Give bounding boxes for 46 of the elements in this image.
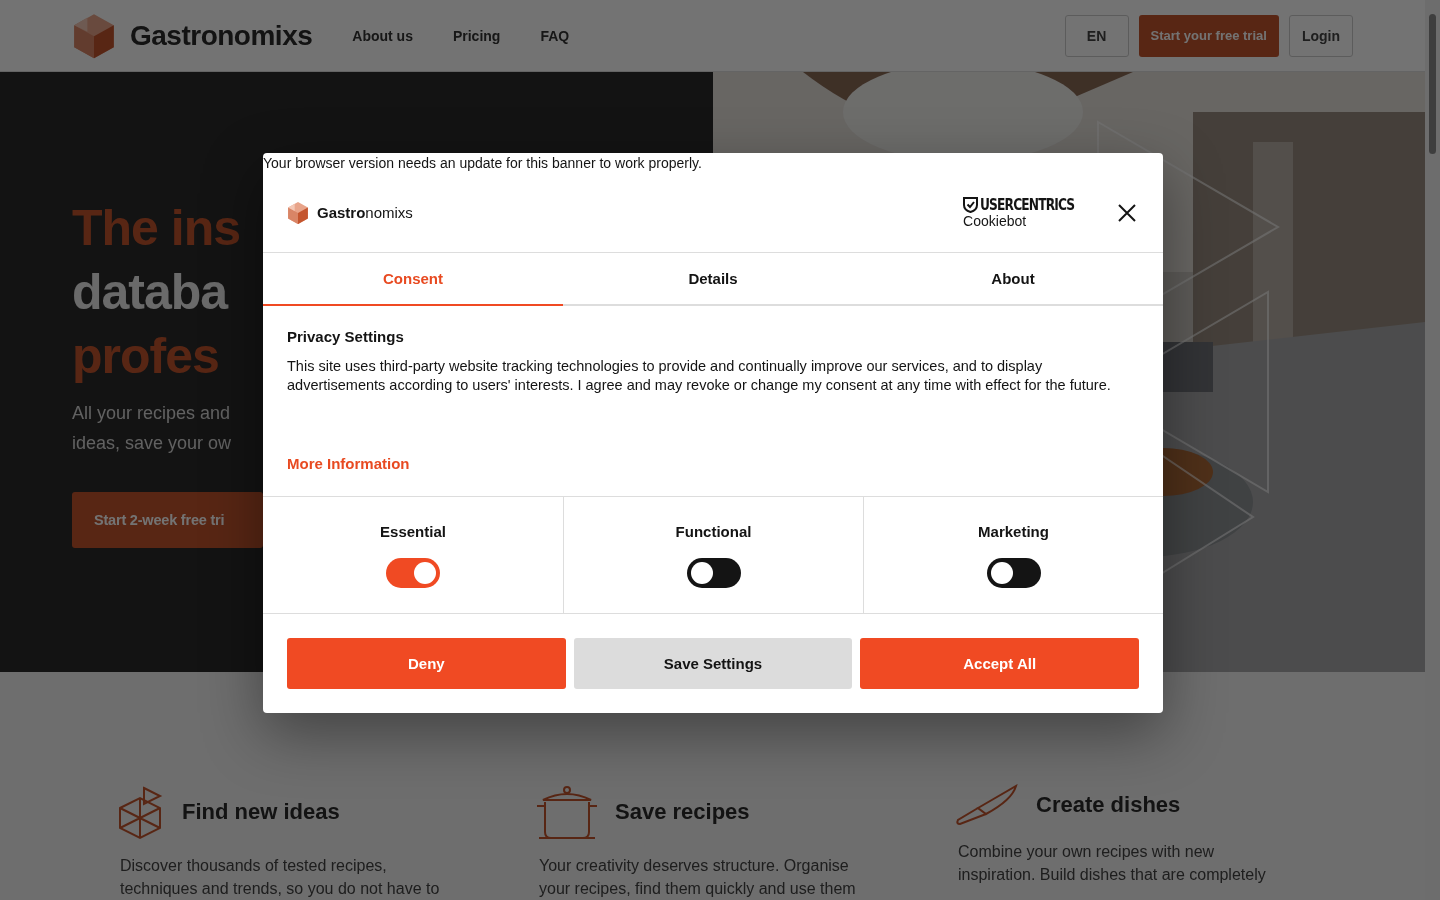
feature-text: your recipes, find them quickly and use them	[539, 879, 857, 899]
provider-name: USERCENTRICS	[980, 196, 1075, 213]
free-trial-button[interactable]: Start your free trial	[1138, 14, 1279, 57]
feature-title: Find new ideas	[182, 799, 340, 825]
hero-title: profes	[72, 327, 219, 386]
dialog-brand: Gastronomixs	[317, 204, 413, 221]
hero-subtitle: ideas, save your ow	[72, 432, 232, 455]
nav-link[interactable]: FAQ	[540, 27, 570, 44]
dialog-tab[interactable]: Details	[563, 253, 863, 306]
category-toggle[interactable]	[386, 557, 440, 588]
category-label: Functional	[675, 522, 752, 540]
browser-notice: Your browser version needs an update for this banner to work properly.	[263, 154, 703, 173]
nav-link[interactable]: About us	[352, 27, 413, 44]
feature-title: Save recipes	[615, 799, 750, 825]
consent-button[interactable]: Accept All	[860, 638, 1139, 689]
feature-text: techniques and trends, so you do not have to	[120, 879, 441, 899]
provider-subtitle: Cookiebot	[963, 213, 1028, 229]
hero-subtitle: All your recipes and	[72, 402, 231, 425]
consent-button[interactable]: Deny	[287, 638, 566, 689]
feature-text: Combine your own recipes with new	[958, 842, 1216, 862]
hero-title: The ins	[72, 199, 241, 258]
knife-icon	[954, 784, 1020, 826]
consent-text: This site uses third-party website tracking technologies to provide and continually improve our services, and to display advertisements according to users' interests. I agree and may revoke or change my consent at any time with effect for the future.	[287, 357, 1112, 395]
category-toggle[interactable]	[686, 557, 741, 588]
feature-text: Your creativity deserves structure. Organise	[539, 856, 850, 876]
trial-button[interactable]: Start 2-week free tri	[72, 492, 263, 548]
hero-title: databa	[72, 263, 228, 322]
category-label: Essential	[380, 522, 446, 540]
feature-title: Create dishes	[1036, 792, 1181, 818]
nav-link[interactable]: Pricing	[452, 27, 501, 44]
consent-button[interactable]: Save Settings	[573, 638, 853, 689]
settings-heading: Privacy Settings	[287, 328, 404, 345]
logo-icon	[72, 12, 116, 59]
category-toggle[interactable]	[986, 557, 1041, 588]
category-label: Marketing	[978, 522, 1049, 540]
language-button[interactable]: EN	[1064, 14, 1129, 57]
feature-text: inspiration. Build dishes that are completely	[958, 865, 1267, 885]
pot-icon	[535, 784, 599, 840]
feature-text: Discover thousands of tested recipes,	[120, 856, 388, 876]
login-button[interactable]: Login	[1288, 14, 1353, 57]
brand-name[interactable]: Gastronomixs	[130, 19, 313, 52]
dialog-tab[interactable]: About	[863, 253, 1163, 306]
logo-icon	[287, 200, 309, 225]
dialog-tab[interactable]: Consent	[263, 253, 563, 306]
shield-icon	[963, 196, 979, 213]
more-info-link[interactable]: More Information	[287, 455, 410, 472]
